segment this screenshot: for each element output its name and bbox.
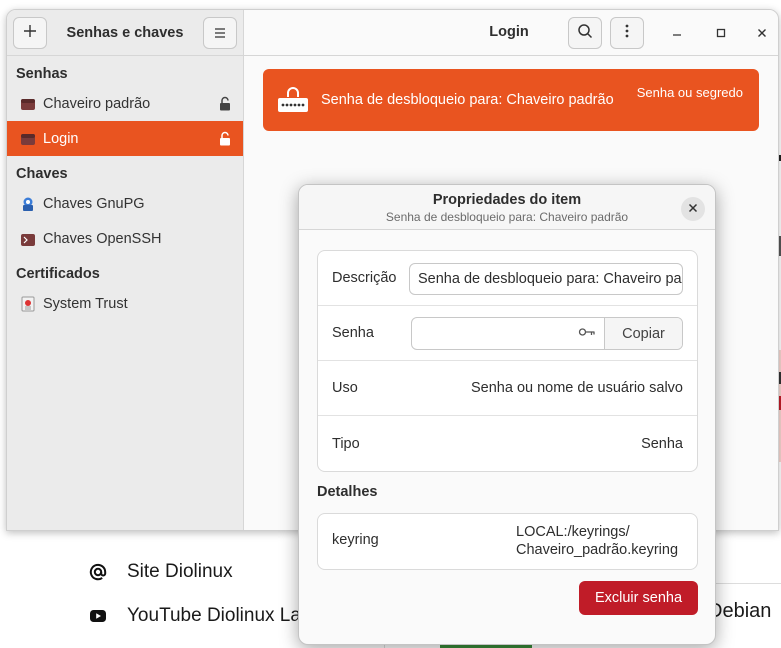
details-card: keyring LOCAL:/keyrings/ Chaveiro_padrão… bbox=[317, 513, 698, 570]
sidebar: Senhas e chaves Senhas Chaveiro padrão L… bbox=[7, 10, 244, 530]
type-label: Tipo bbox=[332, 435, 360, 452]
copy-button[interactable]: Copiar bbox=[604, 318, 682, 349]
usage-value: Senha ou nome de usuário salvo bbox=[470, 380, 683, 396]
close-window-button[interactable] bbox=[751, 22, 773, 44]
main-header: Login bbox=[244, 10, 778, 56]
sidebar-item-label: Chaves OpenSSH bbox=[43, 230, 162, 247]
section-senhas: Senhas bbox=[16, 66, 68, 82]
password-input[interactable] bbox=[412, 318, 604, 349]
close-icon bbox=[688, 202, 698, 216]
entry-kind: Senha ou segredo bbox=[636, 85, 743, 100]
item-properties-dialog: Propriedades do item Senha de desbloquei… bbox=[298, 184, 716, 645]
search-button[interactable] bbox=[568, 17, 602, 49]
gnupg-icon bbox=[20, 196, 36, 212]
entry-title: Senha de desbloqueio para: Chaveiro padr… bbox=[321, 92, 614, 108]
keyring-value-line: LOCAL:/keyrings/ bbox=[516, 524, 630, 540]
usage-label: Uso bbox=[332, 380, 358, 396]
description-label: Descrição bbox=[332, 270, 397, 286]
kebab-menu-icon bbox=[625, 24, 629, 43]
background-link-label: YouTube Diolinux La bbox=[127, 605, 301, 626]
password-group: Copiar bbox=[411, 317, 683, 350]
description-row: Descrição Senha de desbloqueio para: Cha… bbox=[318, 251, 697, 306]
type-value: Senha bbox=[641, 435, 683, 452]
sidebar-item-label: System Trust bbox=[43, 295, 128, 312]
details-heading: Detalhes bbox=[317, 484, 378, 500]
sidebar-item-login[interactable]: Login bbox=[7, 121, 243, 156]
sidebar-item-label: Login bbox=[43, 130, 79, 147]
dialog-header: Propriedades do item Senha de desbloquei… bbox=[299, 185, 715, 230]
close-icon bbox=[757, 25, 767, 41]
keyring-value: LOCAL:/keyrings/ Chaveiro_padrão.keyring bbox=[516, 523, 678, 559]
maximize-button[interactable] bbox=[710, 22, 732, 44]
add-button[interactable] bbox=[13, 16, 47, 49]
background-link-site[interactable]: Site Diolinux bbox=[89, 561, 233, 583]
openssh-icon bbox=[20, 231, 36, 247]
sidebar-item-label: Chaves GnuPG bbox=[43, 195, 145, 212]
background-link-youtube[interactable]: YouTube Diolinux La bbox=[89, 605, 301, 627]
lock-open-icon[interactable] bbox=[219, 131, 231, 150]
sidebar-item-gnupg[interactable]: Chaves GnuPG bbox=[7, 186, 243, 221]
section-certificados: Certificados bbox=[16, 266, 100, 282]
lock-open-icon[interactable] bbox=[219, 96, 231, 115]
sidebar-item-system-trust[interactable]: System Trust bbox=[7, 286, 243, 321]
minimize-icon bbox=[672, 25, 682, 41]
dialog-title: Propriedades do item bbox=[432, 192, 582, 208]
search-icon bbox=[577, 23, 593, 44]
page-title: Login bbox=[489, 24, 529, 40]
keyring-icon bbox=[20, 131, 36, 147]
youtube-icon bbox=[89, 607, 107, 625]
usage-row: Uso Senha ou nome de usuário salvo bbox=[318, 361, 697, 416]
properties-card: Descrição Senha de desbloqueio para: Cha… bbox=[317, 250, 698, 472]
more-options-button[interactable] bbox=[610, 17, 644, 49]
section-chaves: Chaves bbox=[16, 166, 68, 182]
dialog-close-button[interactable] bbox=[681, 197, 705, 221]
key-icon[interactable] bbox=[578, 326, 596, 342]
password-icon bbox=[277, 86, 309, 114]
dialog-subtitle: Senha de desbloqueio para: Chaveiro padr… bbox=[385, 210, 629, 224]
keyring-icon bbox=[20, 96, 36, 112]
background-link-label: Site Diolinux bbox=[127, 561, 233, 582]
maximize-icon bbox=[716, 25, 726, 41]
at-icon bbox=[89, 563, 107, 581]
certificate-icon bbox=[20, 296, 36, 312]
plus-icon bbox=[23, 22, 37, 43]
sidebar-item-chaveiro-padrao[interactable]: Chaveiro padrão bbox=[7, 86, 243, 121]
keyring-row: keyring LOCAL:/keyrings/ Chaveiro_padrão… bbox=[318, 514, 697, 569]
description-input[interactable]: Senha de desbloqueio para: Chaveiro padr… bbox=[409, 263, 683, 295]
hamburger-icon bbox=[214, 22, 226, 43]
minimize-button[interactable] bbox=[666, 22, 688, 44]
sidebar-title: Senhas e chaves bbox=[66, 24, 184, 41]
sidebar-item-openssh[interactable]: Chaves OpenSSH bbox=[7, 221, 243, 256]
sidebar-header: Senhas e chaves bbox=[7, 10, 243, 56]
password-entry-row[interactable]: Senha de desbloqueio para: Chaveiro padr… bbox=[263, 69, 759, 131]
password-row: Senha Copiar bbox=[318, 306, 697, 361]
type-row: Tipo Senha bbox=[318, 416, 697, 471]
keyring-label: keyring bbox=[332, 532, 379, 548]
password-label: Senha bbox=[332, 325, 374, 341]
delete-password-button[interactable]: Excluir senha bbox=[579, 581, 698, 615]
sidebar-item-label: Chaveiro padrão bbox=[43, 95, 151, 112]
keyring-value-line: Chaveiro_padrão.keyring bbox=[516, 542, 679, 558]
background-text: Debian bbox=[708, 600, 772, 622]
menu-button[interactable] bbox=[202, 16, 237, 49]
